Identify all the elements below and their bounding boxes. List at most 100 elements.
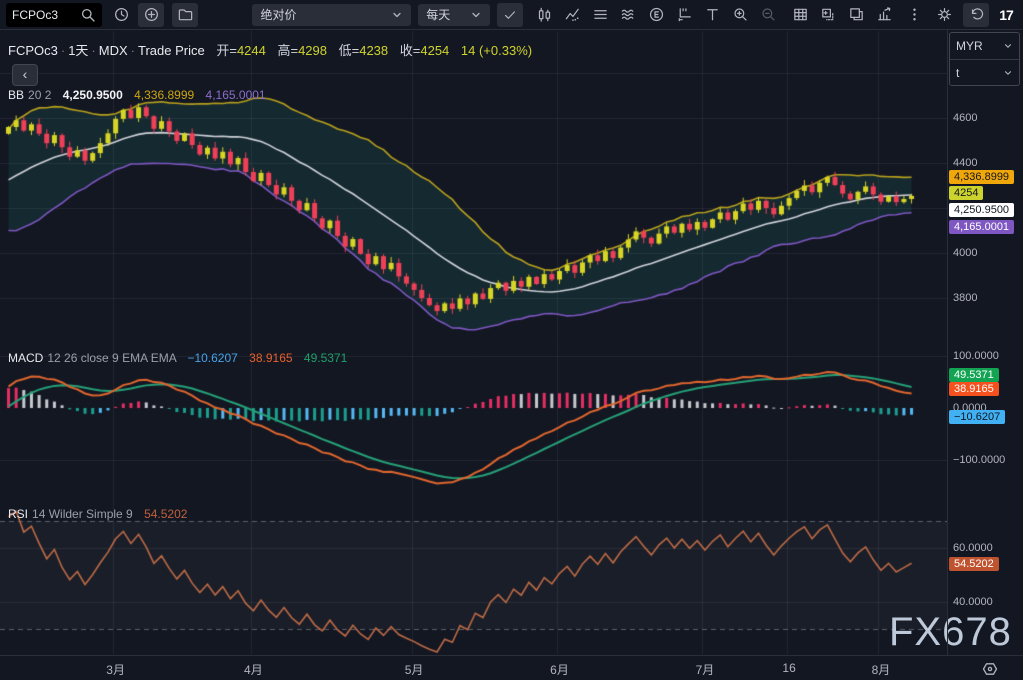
- rsi-value: 54.5202: [144, 507, 187, 521]
- time-axis-label: 4月: [244, 661, 263, 678]
- zoom-in-button[interactable]: [727, 3, 753, 27]
- price-badge: 4,336.8999: [949, 170, 1014, 184]
- gear-icon: [936, 6, 953, 23]
- time-axis-label: 7月: [696, 661, 715, 678]
- zoom-out-button[interactable]: [755, 3, 781, 27]
- time-axis[interactable]: 3月4月5月6月7月168月: [0, 655, 1023, 680]
- scale-tick: 40.0000: [953, 596, 993, 608]
- price-scale[interactable]: MYR t 4600440040003800100.00000.0000−100…: [948, 30, 1023, 655]
- symbol-info-bar[interactable]: FCPOc3·1天·MDX·Trade Price 开=4244 高=4298 …: [8, 40, 532, 59]
- chart-style-button[interactable]: [531, 3, 557, 27]
- macd-line-value: 38.9165: [249, 351, 292, 365]
- candles-icon: [536, 6, 553, 23]
- price-mode-value: 绝对价: [260, 6, 387, 23]
- close-label: 收=: [400, 43, 421, 58]
- symbol-search-input[interactable]: FCPOc3: [6, 3, 102, 27]
- bb-legend[interactable]: BB20 2 4,250.9500 4,336.8999 4,165.0001: [8, 88, 266, 102]
- zoom-out-icon: [760, 6, 777, 23]
- scale-tick: −100.0000: [953, 454, 1005, 466]
- bb-upper-value: 4,336.8999: [134, 88, 194, 102]
- scale-tick: 4000: [953, 247, 977, 259]
- undo-icon: [968, 6, 985, 23]
- more-options-button[interactable]: [901, 3, 927, 27]
- price-badge: 54.5202: [949, 557, 999, 571]
- price-badge: 4,165.0001: [949, 220, 1014, 234]
- tradingview-logo-text: 17: [999, 7, 1013, 23]
- low-value: 4238: [359, 43, 388, 58]
- interval-value: 每天: [426, 6, 466, 23]
- chevron-down-icon: [1003, 41, 1013, 51]
- high-label: 高=: [277, 43, 298, 58]
- price-badge: 4,250.9500: [949, 203, 1014, 217]
- clock-icon: [113, 6, 130, 23]
- low-label: 低=: [339, 43, 360, 58]
- report-button[interactable]: [871, 3, 897, 27]
- multi-indicator-button[interactable]: [615, 3, 641, 27]
- zoom-in-icon: [732, 6, 749, 23]
- screenshot-icon: [820, 6, 837, 23]
- templates-icon: [592, 6, 609, 23]
- add-circle-icon: [143, 6, 160, 23]
- macd-signal-value: 49.5371: [304, 351, 347, 365]
- rsi-legend[interactable]: RSI14 Wilder Simple 9 54.5202: [8, 507, 187, 521]
- bb-basis-value: 4,250.9500: [63, 88, 123, 102]
- history-clock-button[interactable]: [108, 3, 134, 27]
- change-value: 14 (+0.33%): [461, 43, 532, 58]
- confirm-button[interactable]: [497, 3, 523, 27]
- axis-settings-button[interactable]: [671, 3, 697, 27]
- undo-button[interactable]: [963, 3, 989, 27]
- data-table-button[interactable]: [787, 3, 813, 27]
- duplicate-button[interactable]: [843, 3, 869, 27]
- symbol-name: FCPOc3: [8, 43, 58, 58]
- price-scale-divider: [947, 30, 948, 680]
- macd-legend[interactable]: MACD12 26 close 9 EMA EMA −10.6207 38.91…: [8, 351, 347, 365]
- text-tool-button[interactable]: [699, 3, 725, 27]
- back-button[interactable]: ‹: [12, 64, 38, 86]
- tradingview-app: FCPOc3 绝对价 每天: [0, 0, 1023, 680]
- bb-lower-value: 4,165.0001: [206, 88, 266, 102]
- symbol-exchange: MDX: [99, 43, 128, 58]
- text-tool-icon: [704, 6, 721, 23]
- scale-tick: 4600: [953, 112, 977, 124]
- time-axis-label: 6月: [550, 661, 569, 678]
- bar-report-icon: [876, 6, 893, 23]
- more-icon: [906, 6, 923, 23]
- scale-tick: 3800: [953, 292, 977, 304]
- hexagon-target-icon: [981, 660, 999, 678]
- settings-button[interactable]: [931, 3, 957, 27]
- indicators-button[interactable]: [559, 3, 585, 27]
- chevron-down-icon: [1003, 68, 1013, 78]
- open-layout-button[interactable]: [172, 3, 198, 27]
- close-value: 4254: [420, 43, 449, 58]
- templates-button[interactable]: [587, 3, 613, 27]
- screenshot-button[interactable]: [815, 3, 841, 27]
- unit-value: t: [956, 66, 1003, 80]
- currency-value: MYR: [956, 39, 1003, 53]
- economy-button[interactable]: [643, 3, 669, 27]
- tradingview-logo[interactable]: 17: [993, 3, 1019, 27]
- price-badge: −10.6207: [949, 410, 1005, 424]
- duplicate-icon: [848, 6, 865, 23]
- currency-dropdown[interactable]: MYR: [950, 33, 1019, 59]
- fx678-watermark: FX678: [889, 610, 1012, 655]
- waves-icon: [620, 6, 637, 23]
- price-badge: 49.5371: [949, 368, 999, 382]
- time-axis-label: 16: [782, 661, 795, 675]
- compare-add-button[interactable]: [138, 3, 164, 27]
- symbol-search-value: FCPOc3: [12, 8, 80, 22]
- chevron-down-icon: [470, 9, 482, 21]
- table-icon: [792, 6, 809, 23]
- macd-hist-value: −10.6207: [187, 351, 237, 365]
- search-icon: [80, 7, 96, 23]
- scale-mode-button[interactable]: [978, 659, 1002, 679]
- price-mode-dropdown[interactable]: 绝对价: [252, 4, 411, 26]
- price-badge: 4254: [949, 186, 983, 200]
- folder-icon: [177, 6, 194, 23]
- open-label: 开=: [216, 43, 237, 58]
- unit-dropdown[interactable]: t: [950, 59, 1019, 85]
- symbol-interval: 1天: [68, 43, 88, 58]
- top-toolbar: FCPOc3 绝对价 每天: [0, 0, 1023, 30]
- interval-dropdown[interactable]: 每天: [418, 4, 490, 26]
- scale-tick: 100.0000: [953, 350, 999, 362]
- high-value: 4298: [298, 43, 327, 58]
